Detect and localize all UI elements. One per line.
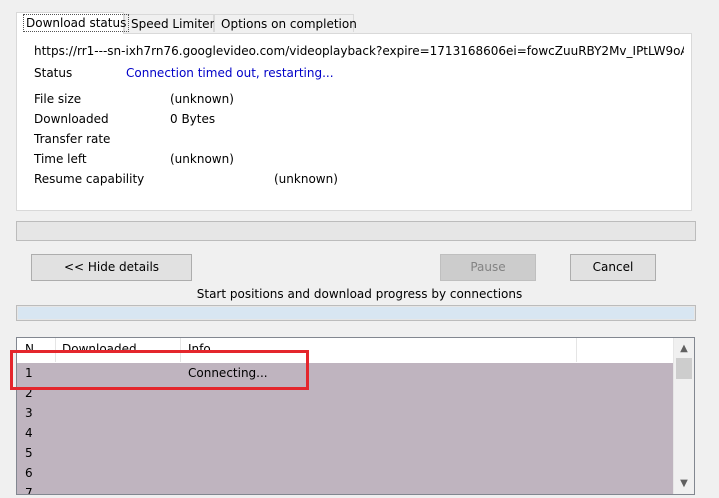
table-row[interactable]: 3 (25, 403, 33, 423)
row-number: 6 (25, 466, 33, 480)
download-progress-bar (16, 221, 696, 241)
table-row[interactable]: 6 (25, 463, 33, 483)
hide-details-button[interactable]: << Hide details (31, 254, 192, 281)
row-number: 5 (25, 446, 33, 460)
tab-download-status[interactable]: Download status (16, 12, 130, 34)
tab-speed-limiter[interactable]: Speed Limiter (124, 14, 215, 32)
tab-speed-limiter-label: Speed Limiter (131, 17, 215, 31)
row-number: 3 (25, 406, 33, 420)
tab-options-label: Options on completion (221, 17, 357, 31)
tab-strip: Download status Speed Limiter Options on… (16, 12, 357, 34)
table-row[interactable]: 7 (25, 483, 33, 495)
row-number: 7 (25, 486, 33, 495)
row-number: 4 (25, 426, 33, 440)
connections-progress-bar (16, 305, 696, 321)
status-label: Status (34, 66, 73, 80)
status-value: Connection timed out, restarting... (126, 66, 334, 80)
table-row[interactable]: 5 (25, 443, 33, 463)
time-left-value: (unknown) (170, 152, 234, 166)
scroll-down-arrow-icon[interactable]: ▼ (674, 475, 694, 492)
time-left-label: Time left (34, 152, 87, 166)
pause-button[interactable]: Pause (440, 254, 536, 281)
cancel-button[interactable]: Cancel (570, 254, 656, 281)
tab-options-on-completion[interactable]: Options on completion (214, 14, 357, 32)
file-size-value: (unknown) (170, 92, 234, 106)
scrollbar-thumb[interactable] (676, 358, 692, 379)
vertical-scrollbar[interactable]: ▲ ▼ (673, 338, 694, 494)
connections-caption: Start positions and download progress by… (196, 287, 523, 301)
column-divider[interactable] (576, 338, 577, 362)
resume-capability-value: (unknown) (274, 172, 338, 186)
resume-capability-label: Resume capability (34, 172, 145, 186)
connections-progress-fill (18, 307, 694, 319)
transfer-rate-label: Transfer rate (34, 132, 111, 146)
file-size-label: File size (34, 92, 82, 106)
scroll-up-arrow-icon[interactable]: ▲ (674, 340, 694, 357)
downloaded-label: Downloaded (34, 112, 109, 126)
tab-download-status-label: Download status (23, 14, 130, 32)
download-url: https://rr1---sn-ixh7rn76.googlevideo.co… (34, 44, 684, 58)
highlight-annotation (10, 350, 309, 390)
table-row[interactable]: 4 (25, 423, 33, 443)
downloaded-value: 0 Bytes (170, 112, 216, 126)
